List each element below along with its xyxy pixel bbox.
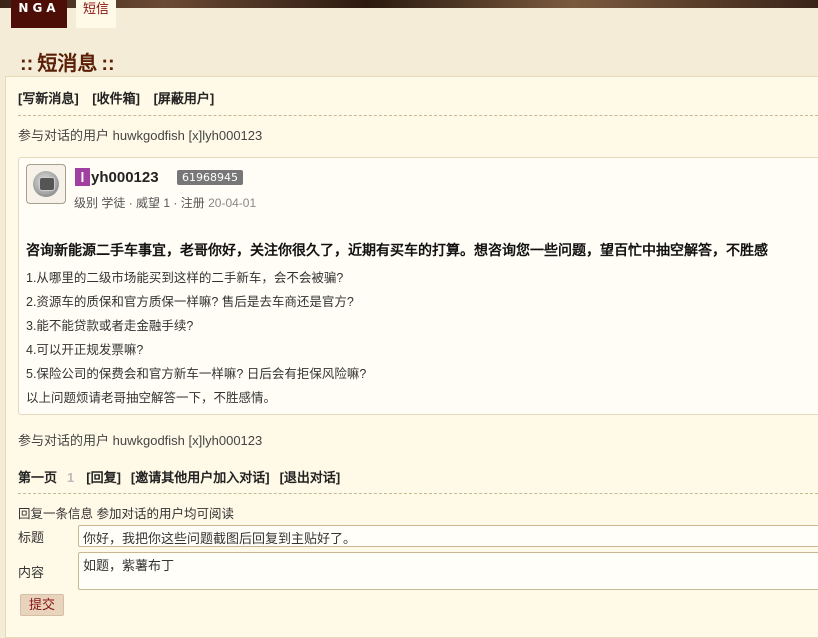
reg-label: 注册 bbox=[180, 196, 205, 210]
page-number: 1 bbox=[67, 470, 75, 485]
message-line: 1.从哪里的二级市场能买到这样的二手新车，会不会被骗? bbox=[26, 271, 344, 285]
title-field-label: 标题 bbox=[18, 530, 45, 545]
message-line: 5.保险公司的保费会和官方新车一样嘛? 日后会有拒保风险嘛? bbox=[26, 367, 367, 381]
title-colon-left: :: bbox=[20, 53, 34, 75]
sender-name-rest: yh000123 bbox=[91, 169, 159, 186]
message-panel: [写新消息] [收件箱] [屏蔽用户] 参与对话的用户 huwkgodfish … bbox=[5, 76, 818, 638]
divider bbox=[18, 493, 818, 494]
participants-bottom: 参与对话的用户 huwkgodfish [x]lyh000123 bbox=[18, 430, 262, 449]
sender-meta: 级别 学徒 · 威望 1 · 注册 20-04-01 bbox=[74, 196, 257, 210]
message-line: 以上问题烦请老哥抽空解答一下，不胜感情。 bbox=[26, 391, 277, 405]
site-logo[interactable]: NGA bbox=[11, 0, 67, 28]
submit-button[interactable]: 提交 bbox=[20, 594, 64, 616]
avatar-visor-icon bbox=[39, 177, 55, 191]
avatar[interactable] bbox=[26, 164, 66, 204]
compose-button[interactable]: [写新消息] bbox=[18, 91, 79, 106]
reply-link[interactable]: [回复] bbox=[86, 470, 121, 485]
content-textarea[interactable]: 如题，紫薯布丁 bbox=[78, 552, 818, 590]
exit-link[interactable]: [退出对话] bbox=[280, 470, 341, 485]
reply-form-label: 回复一条信息 参加对话的用户均可阅读 bbox=[18, 507, 234, 521]
sender-name[interactable]: l yh000123 bbox=[75, 168, 159, 186]
message-title: 咨询新能源二手车事宜，老哥你好，关注你很久了，近期有买车的打算。想咨询您一些问题… bbox=[26, 242, 768, 258]
title-colon-right: :: bbox=[101, 53, 115, 75]
message-line: 4.可以开正规发票嘛? bbox=[26, 343, 144, 357]
title-input[interactable]: 你好，我把你这些问题截图后回复到主贴好了。 bbox=[78, 525, 818, 547]
message-line: 2.资源车的质保和官方质保一样嘛? 售后是去车商还是官方? bbox=[26, 295, 354, 309]
action-bar: [写新消息] [收件箱] [屏蔽用户] bbox=[18, 88, 224, 107]
page-title-text: 短消息 bbox=[37, 53, 98, 75]
sender-name-initial: l bbox=[75, 168, 90, 186]
participants-label: 参与对话的用户 bbox=[18, 433, 110, 448]
participants-users[interactable]: huwkgodfish [x]lyh000123 bbox=[113, 433, 263, 448]
message-card: l yh000123 61968945 级别 学徒 · 威望 1 · 注册 20-… bbox=[18, 157, 818, 415]
content-field-label: 内容 bbox=[18, 565, 45, 580]
level-value: 学徒 bbox=[101, 196, 126, 210]
uid-badge: 61968945 bbox=[177, 170, 243, 185]
level-label: 级别 bbox=[74, 196, 99, 210]
pager: 第一页 1 [回复] [邀请其他用户加入对话] [退出对话] bbox=[18, 467, 348, 486]
nav-tab-messages[interactable]: 短信 bbox=[76, 0, 116, 28]
top-banner bbox=[0, 0, 818, 8]
divider bbox=[18, 115, 818, 116]
inbox-button[interactable]: [收件箱] bbox=[92, 91, 140, 106]
block-users-button[interactable]: [屏蔽用户] bbox=[154, 91, 215, 106]
message-line: 3.能不能贷款或者走金融手续? bbox=[26, 319, 194, 333]
reg-date: 20-04-01 bbox=[208, 196, 257, 210]
invite-link[interactable]: [邀请其他用户加入对话] bbox=[131, 470, 270, 485]
participants-label: 参与对话的用户 bbox=[18, 128, 110, 143]
participants-top: 参与对话的用户 huwkgodfish [x]lyh000123 bbox=[18, 125, 262, 144]
participants-users[interactable]: huwkgodfish [x]lyh000123 bbox=[113, 128, 263, 143]
page-title: :: 短消息:: bbox=[16, 47, 119, 76]
first-page-link[interactable]: 第一页 bbox=[18, 470, 57, 485]
prestige-value: 威望 1 bbox=[136, 196, 171, 210]
